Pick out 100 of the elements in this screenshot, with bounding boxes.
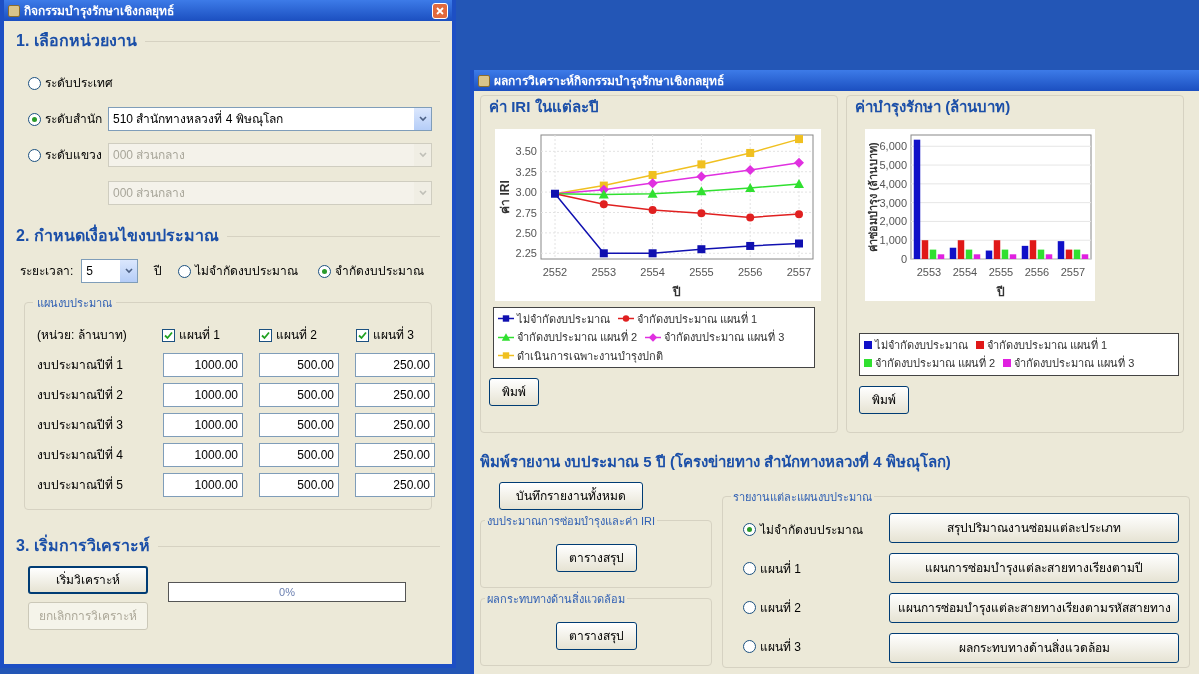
axis-tick-label: 6,000 [879, 139, 907, 152]
button[interactable]: ตารางสรุป [555, 543, 637, 572]
legend-icon [645, 332, 662, 342]
data-point [746, 212, 755, 221]
input-field[interactable]: 500.00 [259, 353, 339, 377]
button[interactable]: พิมพ์ [859, 385, 909, 414]
dropdown[interactable]: 5 [81, 259, 138, 283]
checkbox[interactable] [259, 328, 272, 342]
axis-tick-label: 3.50 [515, 144, 537, 157]
legend-icon [498, 332, 514, 342]
data-point [745, 182, 756, 192]
data-point [697, 159, 706, 168]
input-field[interactable]: 500.00 [259, 443, 339, 467]
button[interactable]: ผลกระทบทางด้านสิ่งแวดล้อม [889, 632, 1179, 663]
radio-label[interactable]: ระดับสำนัก [45, 110, 102, 128]
checkbox-label[interactable]: แผนที่ 2 [276, 326, 317, 344]
chevron-down-icon [418, 190, 427, 196]
close-button[interactable] [432, 3, 448, 19]
button[interactable]: ตารางสรุป [555, 621, 637, 650]
radio-label[interactable]: แผนที่ 3 [760, 637, 801, 656]
radio-button[interactable] [178, 264, 191, 278]
axis-title: ค่า IRI [498, 179, 512, 214]
input-field[interactable]: 1000.00 [163, 383, 243, 407]
input-field[interactable]: 250.00 [355, 413, 435, 437]
input-field[interactable]: 1000.00 [163, 413, 243, 437]
data-point [551, 189, 559, 198]
radio-button[interactable] [28, 148, 41, 162]
radio-label[interactable]: จำกัดงบประมาณ [335, 262, 424, 280]
chevron-down-icon [418, 152, 427, 158]
legend-label: จำกัดงบประมาณ แผนที่ 1 [987, 336, 1108, 353]
radio-label[interactable]: แผนที่ 1 [760, 559, 801, 578]
button[interactable]: สรุปปริมาณงานซ่อมแต่ละประเภท [889, 512, 1179, 543]
axis-tick-label: 2.50 [515, 226, 537, 239]
radio-label[interactable]: ไม่จำกัดงบประมาณ [195, 262, 298, 280]
axis-tick-label: 4,000 [879, 177, 907, 190]
dropdown-button[interactable] [120, 260, 137, 282]
radio-button[interactable] [28, 76, 41, 90]
radio-button[interactable] [743, 601, 756, 614]
axis-tick-label: 2555 [689, 265, 714, 278]
radio-button[interactable] [318, 264, 331, 278]
button[interactable]: แผนการซ่อมบำรุงแต่ละสายทางเรียงตามรหัสสายทาง [889, 592, 1179, 623]
chevron-down-icon [418, 116, 427, 122]
data-point [794, 178, 804, 188]
input-field[interactable]: 1000.00 [163, 443, 243, 467]
section-heading: พิมพ์รายงาน งบประมาณ 5 ปี (โครงข่ายทาง สำนักทางหลวงที่ 4 พิษณุโลก) [480, 451, 952, 474]
radio-label[interactable]: แผนที่ 2 [760, 598, 801, 617]
radio-button[interactable] [28, 112, 41, 126]
input-field[interactable]: 1000.00 [163, 473, 243, 497]
row-label: งบประมาณปีที่ 2 [37, 386, 124, 404]
input-field[interactable]: 250.00 [355, 473, 435, 497]
radio-button[interactable] [743, 640, 756, 653]
checkbox-label[interactable]: แผนที่ 3 [373, 326, 414, 344]
legend-icon [864, 359, 872, 368]
row-label: งบประมาณปีที่ 1 [37, 356, 124, 374]
row-label: งบประมาณปีที่ 3 [37, 416, 124, 434]
input-field[interactable]: 1000.00 [163, 353, 243, 377]
radio-label[interactable]: ระดับประเทศ [45, 74, 113, 92]
panel-heading: ค่าบำรุงรักษา (ล้านบาท) [855, 97, 1012, 119]
input-field[interactable]: 250.00 [355, 383, 435, 407]
row-label: งบประมาณปีที่ 5 [37, 476, 124, 494]
button[interactable]: บันทึกรายงานทั้งหมด [499, 481, 643, 510]
radio-button[interactable] [743, 562, 756, 575]
progress-text: 0% [278, 584, 296, 600]
input-field[interactable]: 500.00 [259, 473, 339, 497]
axis-tick-label: 2557 [1060, 265, 1086, 278]
radio-label[interactable]: ระดับแขวง [45, 146, 102, 164]
axis-tick-label: 5,000 [879, 158, 907, 171]
axis-tick-label: 2554 [952, 265, 978, 278]
radio-button[interactable] [743, 523, 756, 536]
data-point [795, 239, 803, 247]
legend-label: ไม่จำกัดงบประมาณ [517, 311, 610, 327]
legend-label: ไม่จำกัดงบประมาณ [875, 337, 968, 353]
data-point [599, 199, 608, 208]
axis-title: ปี [997, 284, 1005, 299]
axis-tick-label: 2556 [1024, 265, 1050, 278]
app-icon [478, 74, 490, 87]
axis-tick-label: 3.00 [515, 185, 537, 198]
checkbox[interactable] [162, 328, 175, 342]
checkbox[interactable] [356, 328, 369, 342]
data-point [697, 208, 706, 217]
close-icon [436, 7, 444, 15]
unit-label: (หน่วย: ล้านบาท) [37, 327, 128, 344]
radio-label[interactable]: ไม่จำกัดงบประมาณ [760, 520, 863, 539]
button[interactable]: แผนการซ่อมบำรุงแต่ละสายทางเรียงตามปี [889, 552, 1179, 583]
data-point [745, 164, 756, 175]
chevron-down-icon [124, 268, 133, 274]
dropdown[interactable]: 510 สำนักทางหลวงที่ 4 พิษณุโลก [108, 107, 432, 131]
legend-label: ดำเนินการเฉพาะงานบำรุงปกติ [517, 348, 663, 364]
dropdown-button[interactable] [414, 108, 431, 130]
input-field[interactable]: 500.00 [259, 383, 339, 407]
button[interactable]: พิมพ์ [489, 378, 539, 406]
checkbox-label[interactable]: แผนที่ 1 [179, 326, 220, 344]
legend-label: จำกัดงบประมาณ แผนที่ 3 [1014, 355, 1135, 371]
data-point [697, 244, 706, 253]
input-field[interactable]: 500.00 [259, 413, 339, 437]
input-field[interactable]: 250.00 [355, 353, 435, 377]
data-point [647, 177, 658, 188]
button[interactable]: เริ่มวิเคราะห์ [28, 566, 148, 594]
input-field[interactable]: 250.00 [355, 443, 435, 467]
legend-label: จำกัดงบประมาณ แผนที่ 3 [664, 329, 785, 345]
